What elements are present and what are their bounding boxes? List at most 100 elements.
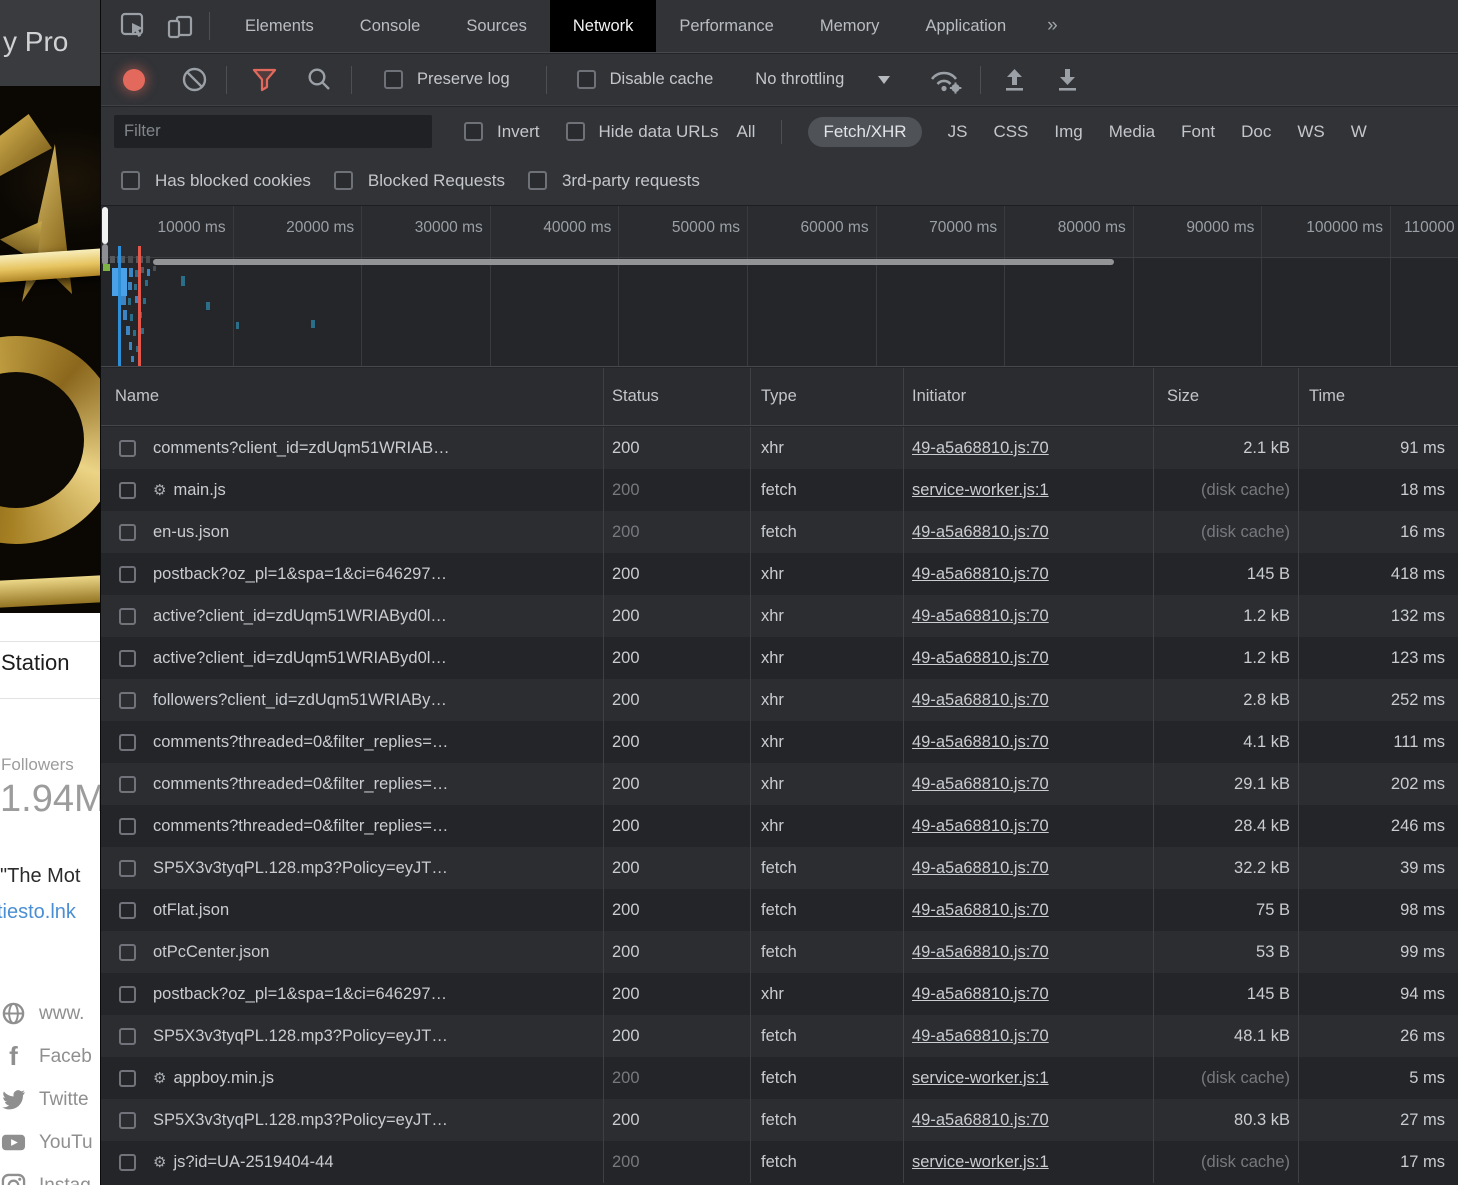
3rd-party-requests-checkbox[interactable] <box>528 171 547 190</box>
search-icon[interactable] <box>306 66 333 93</box>
column-header-size[interactable]: Size <box>1154 368 1299 425</box>
has-blocked-cookies-checkbox[interactable] <box>121 171 140 190</box>
table-row[interactable]: SP5X3v3tyqPL.128.mp3?Policy=eyJT…200fetc… <box>101 847 1458 889</box>
social-link-www[interactable]: www. <box>1 992 100 1035</box>
hide-data-urls-checkbox[interactable] <box>566 122 585 141</box>
table-row[interactable]: ⚙main.js200fetchservice-worker.js:1(disk… <box>101 469 1458 511</box>
initiator-link[interactable]: 49-a5a68810.js:70 <box>912 733 1049 752</box>
table-row[interactable]: active?client_id=zdUqm51WRIAByd0l…200xhr… <box>101 595 1458 637</box>
initiator-link[interactable]: service-worker.js:1 <box>912 1153 1049 1172</box>
request-checkbox[interactable] <box>119 860 136 877</box>
tab-application[interactable]: Application <box>902 0 1029 52</box>
table-row[interactable]: postback?oz_pl=1&spa=1&ci=646297…200xhr4… <box>101 553 1458 595</box>
record-icon[interactable] <box>123 69 145 91</box>
filter-type-all[interactable]: All <box>737 117 756 147</box>
disable-cache-checkbox[interactable] <box>577 70 596 89</box>
social-link-twitte[interactable]: Twitte <box>1 1078 100 1121</box>
initiator-link[interactable]: 49-a5a68810.js:70 <box>912 775 1049 794</box>
request-checkbox[interactable] <box>119 1154 136 1171</box>
request-checkbox[interactable] <box>119 1028 136 1045</box>
filter-type-media[interactable]: Media <box>1109 117 1155 147</box>
filter-type-doc[interactable]: Doc <box>1241 117 1271 147</box>
column-header-time[interactable]: Time <box>1299 368 1458 425</box>
request-checkbox[interactable] <box>119 902 136 919</box>
chevron-down-icon[interactable] <box>878 76 890 84</box>
tab-elements[interactable]: Elements <box>222 0 337 52</box>
column-header-status[interactable]: Status <box>604 368 751 425</box>
request-checkbox[interactable] <box>119 524 136 541</box>
request-checkbox[interactable] <box>119 608 136 625</box>
initiator-link[interactable]: 49-a5a68810.js:70 <box>912 817 1049 836</box>
request-checkbox[interactable] <box>119 692 136 709</box>
initiator-link[interactable]: 49-a5a68810.js:70 <box>912 859 1049 878</box>
request-checkbox[interactable] <box>119 818 136 835</box>
network-overview[interactable]: 10000 ms20000 ms30000 ms40000 ms50000 ms… <box>101 206 1458 367</box>
request-checkbox[interactable] <box>119 986 136 1003</box>
export-har-icon[interactable] <box>1054 66 1081 93</box>
filter-input[interactable] <box>114 115 432 148</box>
table-row[interactable]: SP5X3v3tyqPL.128.mp3?Policy=eyJT…200fetc… <box>101 1015 1458 1057</box>
request-checkbox[interactable] <box>119 482 136 499</box>
request-checkbox[interactable] <box>119 776 136 793</box>
table-row[interactable]: ⚙appboy.min.js200fetchservice-worker.js:… <box>101 1057 1458 1099</box>
filter-type-img[interactable]: Img <box>1054 117 1082 147</box>
table-row[interactable]: comments?client_id=zdUqm51WRIAB…200xhr49… <box>101 427 1458 469</box>
table-row[interactable]: comments?threaded=0&filter_replies=…200x… <box>101 805 1458 847</box>
table-row[interactable]: otPcCenter.json200fetch49-a5a68810.js:70… <box>101 931 1458 973</box>
table-row[interactable]: en-us.json200fetch49-a5a68810.js:70(disk… <box>101 511 1458 553</box>
table-row[interactable]: SP5X3v3tyqPL.128.mp3?Policy=eyJT…200fetc… <box>101 1099 1458 1141</box>
initiator-link[interactable]: service-worker.js:1 <box>912 481 1049 500</box>
social-link-youtu[interactable]: YouTu <box>1 1121 100 1164</box>
overview-scrollbar-track[interactable] <box>102 244 108 265</box>
table-row[interactable]: comments?threaded=0&filter_replies=…200x… <box>101 721 1458 763</box>
social-link-instag[interactable]: Instag <box>1 1164 100 1185</box>
request-checkbox[interactable] <box>119 734 136 751</box>
filter-icon[interactable] <box>251 66 278 93</box>
filter-type-w[interactable]: W <box>1351 117 1367 147</box>
initiator-link[interactable]: 49-a5a68810.js:70 <box>912 439 1049 458</box>
device-toolbar-icon[interactable] <box>165 11 195 41</box>
network-conditions-icon[interactable] <box>928 66 964 93</box>
column-header-name[interactable]: Name <box>101 368 604 425</box>
initiator-link[interactable]: service-worker.js:1 <box>912 1069 1049 1088</box>
table-row[interactable]: active?client_id=zdUqm51WRIAByd0l…200xhr… <box>101 637 1458 679</box>
initiator-link[interactable]: 49-a5a68810.js:70 <box>912 691 1049 710</box>
request-checkbox[interactable] <box>119 440 136 457</box>
tab-network[interactable]: Network <box>550 0 657 52</box>
initiator-link[interactable]: 49-a5a68810.js:70 <box>912 1111 1049 1130</box>
request-checkbox[interactable] <box>119 944 136 961</box>
request-checkbox[interactable] <box>119 1112 136 1129</box>
throttling-select[interactable]: No throttling <box>755 70 844 89</box>
column-header-type[interactable]: Type <box>751 368 904 425</box>
table-row[interactable]: comments?threaded=0&filter_replies=…200x… <box>101 763 1458 805</box>
initiator-link[interactable]: 49-a5a68810.js:70 <box>912 649 1049 668</box>
blocked-requests-checkbox[interactable] <box>334 171 353 190</box>
column-header-initiator[interactable]: Initiator <box>904 368 1154 425</box>
initiator-link[interactable]: 49-a5a68810.js:70 <box>912 943 1049 962</box>
overview-scrollbar-thumb[interactable] <box>102 207 108 244</box>
initiator-link[interactable]: 49-a5a68810.js:70 <box>912 901 1049 920</box>
clear-icon[interactable] <box>181 66 208 93</box>
initiator-link[interactable]: 49-a5a68810.js:70 <box>912 607 1049 626</box>
filter-type-fetch-xhr[interactable]: Fetch/XHR <box>808 117 921 147</box>
table-row[interactable]: followers?client_id=zdUqm51WRIABy…200xhr… <box>101 679 1458 721</box>
tab-performance[interactable]: Performance <box>656 0 796 52</box>
initiator-link[interactable]: 49-a5a68810.js:70 <box>912 565 1049 584</box>
tab-console[interactable]: Console <box>337 0 444 52</box>
request-checkbox[interactable] <box>119 1070 136 1087</box>
initiator-link[interactable]: 49-a5a68810.js:70 <box>912 523 1049 542</box>
inspect-element-icon[interactable] <box>119 11 149 41</box>
initiator-link[interactable]: 49-a5a68810.js:70 <box>912 1027 1049 1046</box>
request-checkbox[interactable] <box>119 650 136 667</box>
social-link-faceb[interactable]: fFaceb <box>1 1035 100 1078</box>
bio-link[interactable]: tiesto.lnk <box>0 901 76 924</box>
tab-sources[interactable]: Sources <box>443 0 550 52</box>
filter-type-js[interactable]: JS <box>948 117 968 147</box>
filter-type-css[interactable]: CSS <box>993 117 1028 147</box>
invert-checkbox[interactable] <box>464 122 483 141</box>
preserve-log-checkbox[interactable] <box>384 70 403 89</box>
table-row[interactable]: otFlat.json200fetch49-a5a68810.js:7075 B… <box>101 889 1458 931</box>
tab-memory[interactable]: Memory <box>797 0 903 52</box>
filter-type-font[interactable]: Font <box>1181 117 1215 147</box>
table-row[interactable]: postback?oz_pl=1&spa=1&ci=646297…200xhr4… <box>101 973 1458 1015</box>
